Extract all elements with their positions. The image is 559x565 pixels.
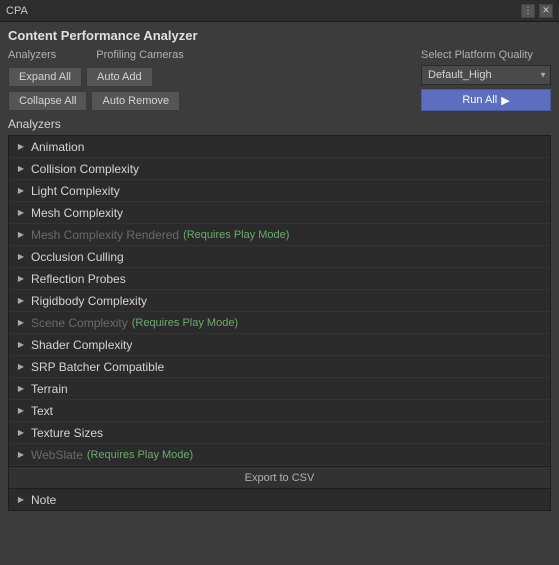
item-name: Mesh Complexity [31,206,123,220]
profiling-cameras-label: Profiling Cameras [96,49,183,61]
title-bar-controls: ⋮ ✕ [521,4,553,18]
close-button[interactable]: ✕ [539,4,553,18]
platform-select[interactable]: Default_High Default_Medium Default_Low [421,65,551,85]
platform-select-wrapper[interactable]: Default_High Default_Medium Default_Low [421,65,551,85]
item-name: Occlusion Culling [31,250,124,264]
requires-play-mode-label: (Requires Play Mode) [183,229,289,241]
item-name: Scene Complexity [31,316,128,330]
right-controls: Select Platform Quality Default_High Def… [421,49,551,111]
item-arrow-icon: ▶ [15,141,27,153]
list-item[interactable]: ▶ Shader Complexity [9,334,550,356]
auto-remove-button[interactable]: Auto Remove [91,91,180,111]
item-name: Text [31,404,53,418]
item-name: SRP Batcher Compatible [31,360,164,374]
item-name: Shader Complexity [31,338,132,352]
item-arrow-icon: ▶ [15,295,27,307]
item-arrow-icon: ▶ [15,405,27,417]
labels-row: Analyzers Profiling Cameras [8,49,184,63]
export-csv-button[interactable]: Export to CSV [8,467,551,489]
top-row: Analyzers Profiling Cameras Expand All A… [8,49,551,111]
item-arrow-icon: ▶ [15,229,27,241]
item-name: Reflection Probes [31,272,126,286]
requires-play-mode-label: (Requires Play Mode) [87,449,193,461]
item-arrow-icon: ▶ [15,163,27,175]
window-title: CPA [6,5,28,17]
list-item[interactable]: ▶ Reflection Probes [9,268,550,290]
item-arrow-icon: ▶ [15,449,27,461]
list-item[interactable]: ▶ SRP Batcher Compatible [9,356,550,378]
item-arrow-icon: ▶ [15,207,27,219]
item-name: Rigidbody Complexity [31,294,147,308]
item-name: Collision Complexity [31,162,139,176]
item-arrow-icon: ▶ [15,185,27,197]
platform-quality-label: Select Platform Quality [421,49,533,61]
note-label: Note [31,493,56,507]
item-name: WebSlate [31,448,83,462]
list-item[interactable]: ▶ Rigidbody Complexity [9,290,550,312]
analyzers-list: ▶ Animation ▶ Collision Complexity ▶ Light Co… [8,135,551,467]
item-arrow-icon: ▶ [15,361,27,373]
list-item[interactable]: ▶ Light Complexity [9,180,550,202]
list-item[interactable]: ▶ Text [9,400,550,422]
item-name: Terrain [31,382,68,396]
run-all-icon: ▶ [501,94,509,107]
analyzers-section-header: Analyzers [8,115,551,133]
list-item[interactable]: ▶ WebSlate (Requires Play Mode) [9,444,550,466]
item-name: Mesh Complexity Rendered [31,228,179,242]
requires-play-mode-label: (Requires Play Mode) [132,317,238,329]
analyzers-label: Analyzers [8,49,56,61]
item-name: Texture Sizes [31,426,103,440]
expand-all-button[interactable]: Expand All [8,67,82,87]
list-item[interactable]: ▶ Scene Complexity (Requires Play Mode) [9,312,550,334]
list-item[interactable]: ▶ Animation [9,136,550,158]
app-title: Content Performance Analyzer [8,28,551,43]
item-arrow-icon: ▶ [15,317,27,329]
list-item[interactable]: ▶ Texture Sizes [9,422,550,444]
title-bar: CPA ⋮ ✕ [0,0,559,22]
item-name: Light Complexity [31,184,120,198]
auto-add-button[interactable]: Auto Add [86,67,153,87]
list-item[interactable]: ▶ Occlusion Culling [9,246,550,268]
main-container: Content Performance Analyzer Analyzers P… [0,22,559,517]
run-all-label: Run All [462,94,497,106]
button-row-2: Collapse All Auto Remove [8,91,184,111]
item-arrow-icon: ▶ [15,383,27,395]
left-controls: Analyzers Profiling Cameras Expand All A… [8,49,184,111]
list-item[interactable]: ▶ Mesh Complexity Rendered (Requires Play … [9,224,550,246]
item-arrow-icon: ▶ [15,339,27,351]
item-arrow-icon: ▶ [15,251,27,263]
title-bar-left: CPA [6,5,28,17]
item-arrow-icon: ▶ [15,427,27,439]
collapse-all-button[interactable]: Collapse All [8,91,87,111]
menu-button[interactable]: ⋮ [521,4,535,18]
list-item[interactable]: ▶ Mesh Complexity [9,202,550,224]
note-row: ▶ Note [8,489,551,511]
list-item[interactable]: ▶ Collision Complexity [9,158,550,180]
run-all-button[interactable]: Run All ▶ [421,89,551,111]
button-row: Expand All Auto Add [8,67,184,87]
note-arrow-icon: ▶ [15,494,27,506]
item-name: Animation [31,140,84,154]
list-item[interactable]: ▶ Terrain [9,378,550,400]
item-arrow-icon: ▶ [15,273,27,285]
